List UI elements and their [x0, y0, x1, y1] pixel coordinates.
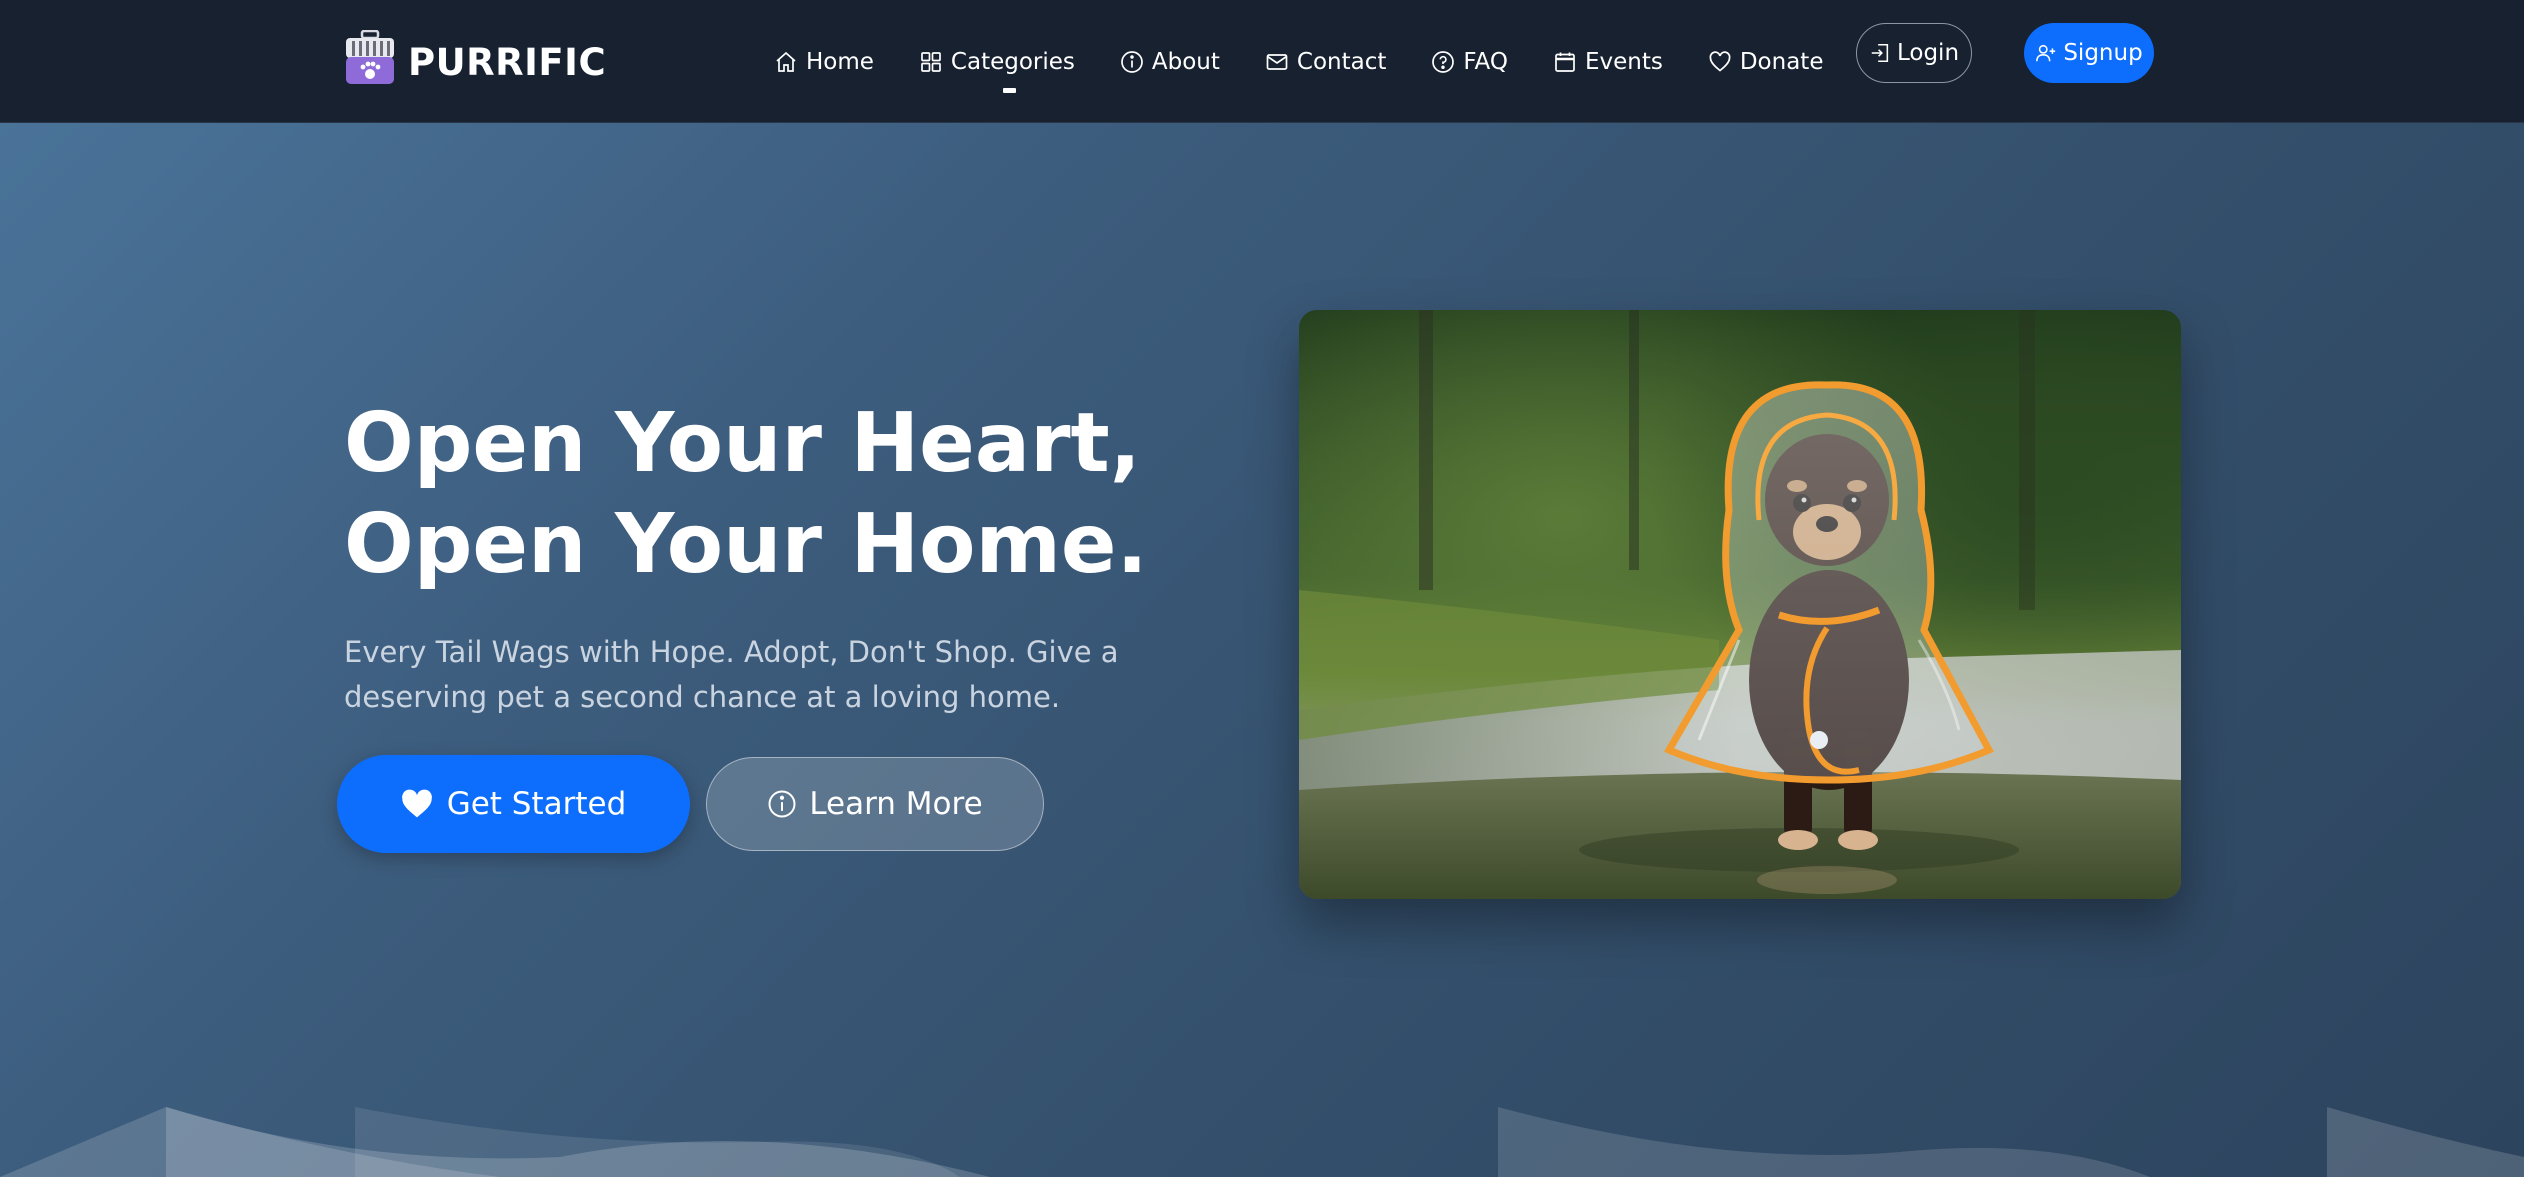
brand-name: PURRIFIC — [408, 40, 607, 84]
calendar-icon — [1555, 52, 1575, 72]
question-icon — [1432, 51, 1455, 73]
nav-item-events[interactable]: Events — [1553, 49, 1663, 75]
nav-item-label: FAQ — [1463, 49, 1508, 75]
grid-icon — [921, 52, 941, 72]
hero-headline: Open Your Heart, Open Your Home. — [344, 393, 1244, 595]
pet-carrier-icon — [344, 29, 396, 95]
learn-more-button[interactable]: Learn More — [706, 757, 1044, 851]
nav-item-contact[interactable]: Contact — [1265, 49, 1386, 75]
headline-line-1: Open Your Heart, — [344, 396, 1141, 491]
main-nav: Home Categories About Contact FAQ Events… — [774, 40, 1868, 93]
nav-item-faq[interactable]: FAQ — [1431, 49, 1508, 75]
nav-item-label: Events — [1584, 49, 1663, 75]
house-icon — [776, 51, 796, 72]
hero-subtext: Every Tail Wags with Hope. Adopt, Don't … — [344, 635, 1119, 714]
nav-item-donate[interactable]: Donate — [1708, 49, 1824, 75]
info-icon — [768, 790, 796, 818]
info-icon — [1121, 51, 1143, 73]
navbar: PURRIFIC Home Categories About Contact F… — [0, 0, 2524, 123]
heart-icon — [401, 789, 432, 818]
nav-item-about[interactable]: About — [1120, 49, 1220, 75]
learn-more-label: Learn More — [809, 786, 983, 822]
sign-in-icon — [1871, 43, 1889, 63]
brand-logo[interactable]: PURRIFIC — [344, 29, 607, 90]
login-button[interactable]: Login — [1856, 23, 1972, 83]
signup-label: Signup — [2063, 40, 2143, 66]
heart-icon — [1709, 51, 1731, 72]
login-label: Login — [1896, 40, 1960, 66]
person-plus-icon — [2036, 44, 2056, 62]
nav-item-label: About — [1151, 49, 1220, 75]
hero-section: Open Your Heart, Open Your Home. Every T… — [0, 123, 2524, 1177]
dog-photo — [1299, 310, 2181, 899]
nav-item-label: Home — [806, 49, 874, 75]
headline-line-2: Open Your Home. — [344, 497, 1148, 592]
get-started-button[interactable]: Get Started — [337, 755, 690, 853]
nav-item-label: Contact — [1296, 49, 1387, 75]
hero-image — [1299, 310, 2181, 899]
envelope-icon — [1266, 54, 1288, 70]
get-started-label: Get Started — [446, 786, 627, 822]
decorative-waves — [0, 1107, 2524, 1177]
signup-button[interactable]: Signup — [2024, 23, 2154, 83]
nav-item-categories[interactable]: Categories — [919, 49, 1075, 93]
nav-item-label: Donate — [1739, 49, 1824, 75]
nav-item-home[interactable]: Home — [774, 49, 874, 75]
nav-item-label: Categories — [950, 49, 1075, 75]
